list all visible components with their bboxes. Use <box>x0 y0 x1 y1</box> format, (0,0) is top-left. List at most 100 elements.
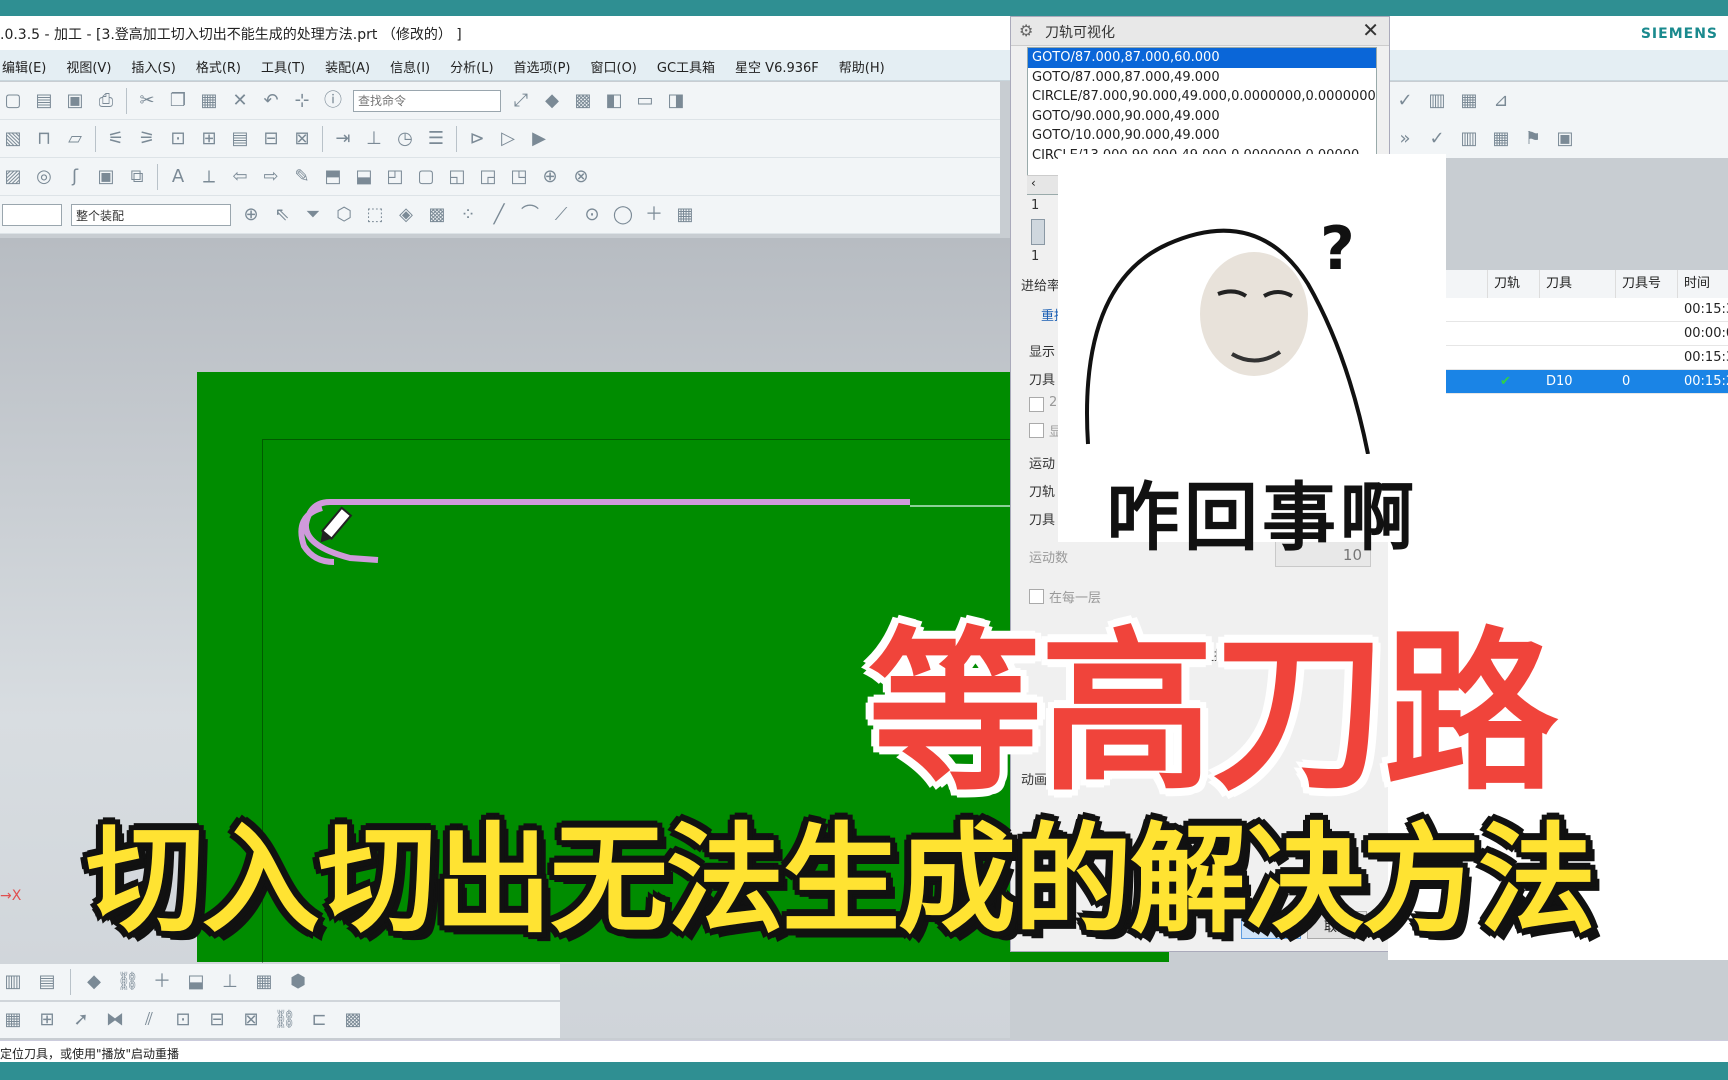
scroll-left-icon[interactable]: ‹ <box>1031 176 1036 190</box>
pattern-icon[interactable]: ▣ <box>95 166 117 188</box>
print-icon[interactable]: ⎙ <box>95 90 117 112</box>
background-icon[interactable]: ▭ <box>634 90 656 112</box>
mirror-part-icon[interactable]: ⧓ <box>104 1009 126 1031</box>
layer-move-icon[interactable]: ⬓ <box>185 971 207 993</box>
animate-icon[interactable]: ▶ <box>528 128 550 150</box>
trim-icon[interactable]: ⟂ <box>198 166 220 188</box>
table-header-path[interactable]: 刀轨 <box>1488 270 1540 298</box>
menu-preferences[interactable]: 首选项(P) <box>512 57 573 76</box>
method-icon[interactable]: ⊿ <box>1490 90 1512 112</box>
point-icon[interactable]: ⁘ <box>457 204 479 226</box>
snap-icon[interactable]: ⊕ <box>240 204 262 226</box>
table-header-tool-number[interactable]: 刀具号 <box>1616 270 1678 298</box>
line-icon[interactable]: ╱ <box>488 204 510 226</box>
tool-length-icon[interactable]: ⊥ <box>363 128 385 150</box>
check-tool-icon[interactable]: ✓ <box>1426 128 1448 150</box>
arc-icon[interactable]: ⌒ <box>519 204 541 226</box>
list-icon[interactable]: ☰ <box>425 128 447 150</box>
menu-edit[interactable]: 编辑(E) <box>0 57 48 76</box>
text-icon[interactable]: A <box>167 166 189 188</box>
shaded-view-icon[interactable]: ◆ <box>541 90 563 112</box>
replay-path-icon[interactable]: ⚞ <box>136 128 158 150</box>
toolpath-line[interactable]: GOTO/87.000,87.000,60.000 <box>1028 48 1376 68</box>
table-header-time[interactable]: 时间 <box>1678 270 1728 298</box>
hole-icon[interactable]: ◳ <box>508 166 530 188</box>
hexagon-icon[interactable]: ⬡ <box>333 204 355 226</box>
fit-view-icon[interactable]: ⤢ <box>510 90 532 112</box>
mirror-icon[interactable]: ⧉ <box>126 166 148 188</box>
delete-icon[interactable]: ✕ <box>229 90 251 112</box>
box-select-icon[interactable]: ⬚ <box>364 204 386 226</box>
add-icon[interactable]: ⊞ <box>36 1009 58 1031</box>
expand-icon[interactable]: » <box>1394 128 1416 150</box>
explode-icon[interactable]: ⊠ <box>240 1009 262 1031</box>
arrow-left-icon[interactable]: ⇦ <box>229 166 251 188</box>
cube-view-icon[interactable]: ▩ <box>572 90 594 112</box>
intersect-icon[interactable]: ＋ <box>643 204 665 226</box>
quadrant-icon[interactable]: ◯ <box>612 204 634 226</box>
postprocess-icon[interactable]: ⊞ <box>198 128 220 150</box>
flag-icon[interactable]: ⚑ <box>1522 128 1544 150</box>
block-icon[interactable]: ▨ <box>2 166 24 188</box>
close-icon[interactable]: ✕ <box>1362 18 1379 42</box>
create-geometry-icon[interactable]: ▱ <box>64 128 86 150</box>
table-icon[interactable]: ▦ <box>1490 128 1512 150</box>
menu-window[interactable]: 窗口(O) <box>589 57 639 76</box>
geometry-icon[interactable]: ▦ <box>1458 90 1480 112</box>
cut-icon[interactable]: ✂ <box>136 90 158 112</box>
slider-thumb[interactable] <box>1031 219 1045 245</box>
layer-icon[interactable]: ◧ <box>603 90 625 112</box>
menu-assembly[interactable]: 装配(A) <box>323 57 372 76</box>
center-icon[interactable]: ⊙ <box>581 204 603 226</box>
select-icon[interactable]: ⇖ <box>271 204 293 226</box>
save-icon[interactable]: ▣ <box>64 90 86 112</box>
feed-icon[interactable]: ⊠ <box>291 128 313 150</box>
table-icon[interactable]: ▦ <box>2 1009 24 1031</box>
verify-icon[interactable]: ⊳ <box>466 128 488 150</box>
menu-view[interactable]: 视图(V) <box>64 57 113 76</box>
undo-icon[interactable]: ↶ <box>260 90 282 112</box>
menu-gc-toolbox[interactable]: GC工具箱 <box>655 57 717 76</box>
transform-icon[interactable]: ⇥ <box>332 128 354 150</box>
doc-icon[interactable]: ▣ <box>1554 128 1576 150</box>
sweep-icon[interactable]: ⊗ <box>570 166 592 188</box>
operation-icon[interactable]: ✓ <box>1394 90 1416 112</box>
toolpath-line[interactable]: GOTO/10.000,90.000,49.000 <box>1028 126 1376 146</box>
measure-icon[interactable]: ⊥ <box>219 971 241 993</box>
assembly-filter-select[interactable]: 整个装配 <box>71 203 231 226</box>
checkbox-show[interactable] <box>1029 423 1044 438</box>
sketch-icon[interactable]: ▥ <box>2 971 24 993</box>
menu-info[interactable]: 信息(I) <box>388 57 432 76</box>
shop-doc-icon[interactable]: ▤ <box>229 128 251 150</box>
split-icon[interactable]: ⫽ <box>138 1009 160 1031</box>
orient-icon[interactable]: ▤ <box>36 971 58 993</box>
fill-icon[interactable]: ▦ <box>253 971 275 993</box>
menu-xingkong[interactable]: 星空 V6.936F <box>733 57 821 76</box>
generate-path-icon[interactable]: ⚟ <box>105 128 127 150</box>
toolpath-line[interactable]: GOTO/87.000,87.000,49.000 <box>1028 68 1376 88</box>
new-icon[interactable]: ▢ <box>2 90 24 112</box>
cube-drop-icon[interactable]: ▩ <box>342 1009 364 1031</box>
menu-analysis[interactable]: 分析(L) <box>448 57 495 76</box>
create-tool-icon[interactable]: ⊓ <box>33 128 55 150</box>
extrude-icon[interactable]: ⬒ <box>322 166 344 188</box>
copy-icon[interactable]: ❐ <box>167 90 189 112</box>
part-icon[interactable]: ◈ <box>395 204 417 226</box>
tangent-icon[interactable]: ⟋ <box>550 204 572 226</box>
constraint-icon[interactable]: ⊟ <box>206 1009 228 1031</box>
box-icon[interactable]: ▢ <box>415 166 437 188</box>
palette-icon[interactable]: ◆ <box>83 971 105 993</box>
menu-help[interactable]: 帮助(H) <box>837 57 887 76</box>
menu-format[interactable]: 格式(R) <box>194 57 243 76</box>
create-program-icon[interactable]: ▧ <box>2 128 24 150</box>
machine-icon[interactable]: ⊟ <box>260 128 282 150</box>
verify-path-icon[interactable]: ⊡ <box>167 128 189 150</box>
revolve-icon[interactable]: ⬓ <box>353 166 375 188</box>
type-filter-select[interactable] <box>2 203 62 226</box>
arrow-icon[interactable]: ➚ <box>70 1009 92 1031</box>
section-view-icon[interactable]: ◨ <box>665 90 687 112</box>
menu-tools[interactable]: 工具(T) <box>259 57 307 76</box>
link-icon[interactable]: ⛓ <box>117 971 140 993</box>
simulate-icon[interactable]: ▷ <box>497 128 519 150</box>
clock-icon[interactable]: ◷ <box>394 128 416 150</box>
